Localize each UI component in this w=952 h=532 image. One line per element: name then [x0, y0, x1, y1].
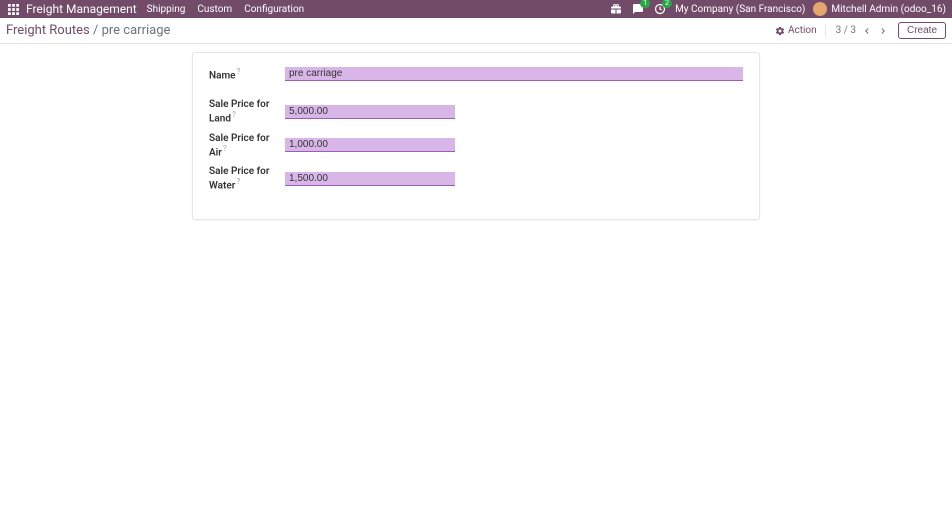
nav-menu-shipping[interactable]: Shipping	[147, 4, 186, 15]
form-card: Name? Sale Price for Land? Sale Price fo…	[192, 52, 760, 220]
breadcrumb-root[interactable]: Freight Routes	[6, 23, 90, 38]
nav-menu-custom[interactable]: Custom	[197, 4, 232, 15]
breadcrumb-bar: Freight Routes / pre carriage Action 3 /…	[0, 18, 952, 44]
activity-badge: 2	[662, 0, 672, 8]
company-selector[interactable]: My Company (San Francisco)	[675, 4, 805, 15]
air-label: Sale Price for Air?	[209, 133, 285, 158]
nav-left: Freight Management Shipping Custom Confi…	[6, 2, 609, 16]
gear-icon	[775, 26, 785, 36]
nav-right: 1 2 My Company (San Francisco) Mitchell …	[609, 2, 946, 16]
content-area: Name? Sale Price for Land? Sale Price fo…	[0, 44, 952, 228]
pager-next-icon[interactable]	[878, 26, 888, 36]
land-label: Sale Price for Land?	[209, 99, 285, 124]
name-label: Name?	[209, 67, 285, 81]
pager-count[interactable]: 3 / 3	[836, 25, 856, 36]
action-label: Action	[788, 25, 817, 36]
form-row-water: Sale Price for Water?	[209, 166, 743, 191]
apps-icon[interactable]	[6, 2, 20, 16]
name-field[interactable]	[285, 67, 743, 81]
land-field[interactable]	[285, 105, 455, 119]
form-row-name: Name?	[209, 67, 743, 81]
water-label: Sale Price for Water?	[209, 166, 285, 191]
breadcrumb: Freight Routes / pre carriage	[6, 23, 775, 38]
water-field[interactable]	[285, 172, 455, 186]
user-name: Mitchell Admin (odoo_16)	[831, 4, 946, 15]
nav-app-group: Freight Management	[6, 2, 137, 16]
nav-menu: Shipping Custom Configuration	[147, 4, 305, 15]
form-row-land: Sale Price for Land?	[209, 99, 743, 124]
app-title[interactable]: Freight Management	[26, 2, 137, 16]
chat-wrap: 1	[631, 2, 645, 16]
pager-prev-icon[interactable]	[862, 26, 872, 36]
breadcrumb-current: pre carriage	[102, 23, 171, 38]
create-button[interactable]: Create	[898, 22, 946, 39]
navbar: Freight Management Shipping Custom Confi…	[0, 0, 952, 18]
bar-right: Action 3 / 3 Create	[775, 22, 946, 39]
gift-icon[interactable]	[609, 2, 623, 16]
chat-badge: 1	[640, 0, 650, 8]
user-menu[interactable]: Mitchell Admin (odoo_16)	[813, 2, 946, 16]
form-row-air: Sale Price for Air?	[209, 133, 743, 158]
pager: 3 / 3	[836, 25, 888, 36]
air-field[interactable]	[285, 138, 455, 152]
nav-menu-configuration[interactable]: Configuration	[244, 4, 304, 15]
activity-wrap: 2	[653, 2, 667, 16]
action-button[interactable]: Action	[775, 25, 826, 36]
breadcrumb-separator: /	[93, 23, 98, 38]
avatar	[813, 2, 827, 16]
